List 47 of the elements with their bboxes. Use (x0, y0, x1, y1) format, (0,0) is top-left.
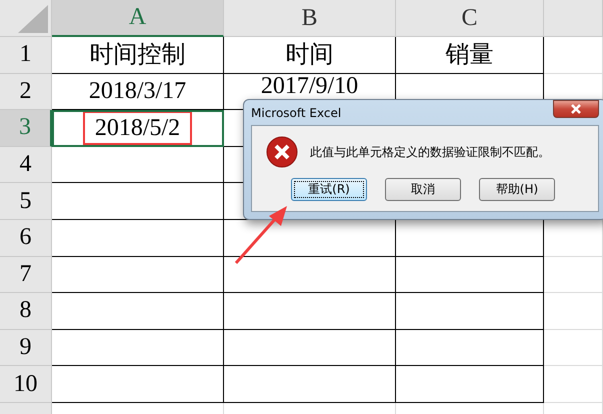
dialog-button[interactable]: 帮助(H) (479, 178, 555, 201)
row-header[interactable]: 10 (0, 366, 52, 403)
grid-cell[interactable] (224, 366, 396, 403)
grid-cell[interactable] (52, 293, 224, 330)
close-button[interactable] (553, 100, 599, 118)
grid-cell[interactable]: 销量 (396, 37, 544, 74)
row-header[interactable]: 5 (0, 183, 52, 220)
grid-cell[interactable] (396, 330, 544, 366)
grid-cell[interactable] (396, 366, 544, 403)
cell-text: 2018/5/2 (82, 110, 192, 145)
error-message: 此值与此单元格定义的数据验证限制不匹配。 (310, 144, 550, 160)
column-header[interactable]: C (396, 0, 544, 37)
grid-cell[interactable] (52, 330, 224, 366)
grid-cell[interactable] (224, 293, 396, 330)
row-header[interactable]: 1 (0, 37, 52, 74)
grid-cell[interactable] (396, 256, 544, 294)
grid-cell[interactable] (52, 256, 224, 294)
grid-cell[interactable] (52, 366, 224, 403)
grid-cell[interactable] (52, 220, 224, 257)
grid-cell[interactable]: 时间控制 (52, 37, 224, 74)
dialog-button[interactable]: 重试(R) (291, 178, 367, 201)
grid-cell[interactable] (224, 330, 396, 366)
column-header[interactable]: B (224, 0, 396, 37)
grid-cell[interactable]: 2018/3/17 (52, 74, 224, 110)
grid-cell[interactable]: 时间 (224, 37, 396, 74)
row-header[interactable]: 3 (0, 110, 52, 147)
grid-cell[interactable] (52, 146, 224, 184)
error-icon (266, 136, 298, 168)
cell-text: 销量 (444, 40, 494, 70)
cell-text: 时间 (284, 40, 334, 70)
cell-text: 2018/3/17 (88, 77, 188, 106)
cell-text: 时间控制 (88, 40, 186, 70)
grid-cell[interactable] (224, 256, 396, 294)
column-header[interactable]: A (52, 0, 224, 37)
cell-text: 2017/9/10 (260, 74, 360, 97)
row-header[interactable]: 6 (0, 220, 52, 257)
dialog-button[interactable]: 取消 (385, 178, 461, 201)
row-header[interactable]: 8 (0, 293, 52, 330)
row-header[interactable]: 9 (0, 330, 52, 366)
row-header[interactable]: 2 (0, 74, 52, 110)
grid-cell[interactable] (52, 183, 224, 220)
close-icon (570, 104, 582, 114)
grid-cell[interactable] (396, 293, 544, 330)
pointer-arrow (233, 204, 289, 266)
row-header[interactable]: 4 (0, 146, 52, 184)
row-header[interactable]: 7 (0, 256, 52, 294)
active-cell[interactable]: 2018/5/2 (52, 110, 224, 147)
